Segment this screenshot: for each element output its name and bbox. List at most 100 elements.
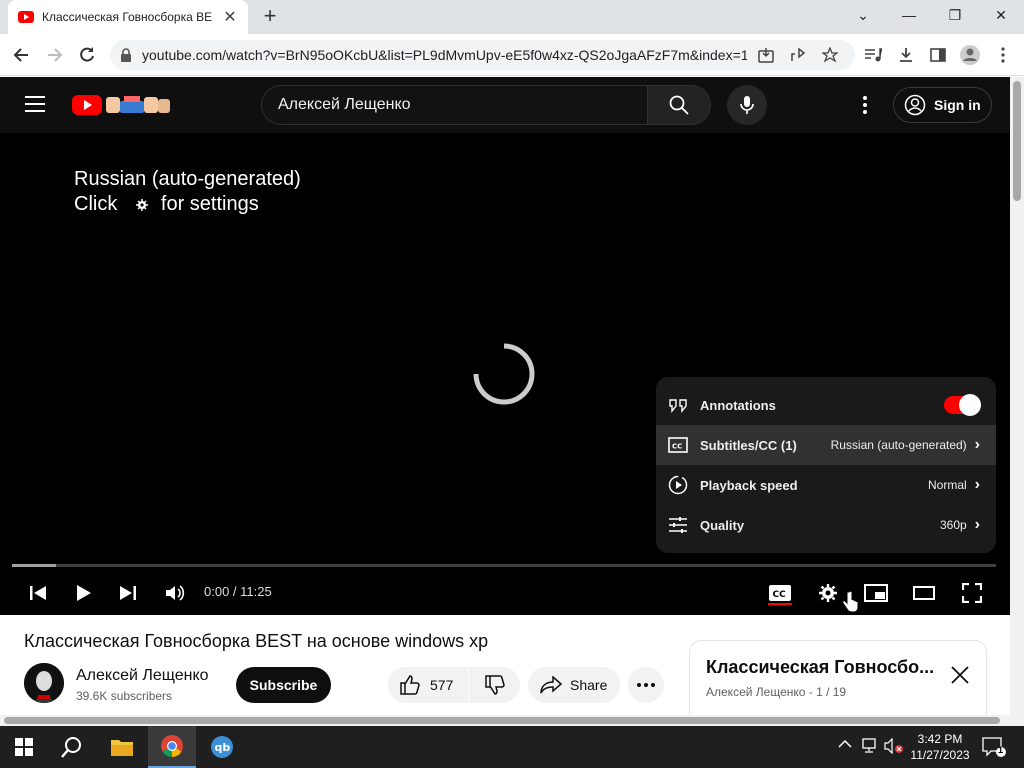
youtube-logo[interactable] [72, 93, 172, 117]
taskbar-search-button[interactable] [48, 726, 96, 768]
side-panel-icon[interactable] [925, 42, 951, 68]
caption-click-text: Click [74, 193, 118, 215]
forward-button[interactable] [42, 42, 68, 68]
search-input-value: Алексей Лещенко [278, 96, 411, 113]
volume-muted-icon[interactable] [884, 738, 904, 754]
menu-item-quality[interactable]: Quality 360p › [656, 505, 996, 545]
vertical-scrollbar[interactable] [1010, 77, 1024, 726]
arrow-right-icon [48, 48, 63, 62]
menu-item-value: Russian (auto-generated) [830, 438, 967, 452]
restore-button[interactable]: ❐ [932, 0, 978, 30]
clock-date: 11/27/2023 [910, 748, 970, 762]
hamburger-menu-icon[interactable] [24, 95, 46, 113]
menu-item-label: Subtitles/CC (1) [700, 437, 797, 453]
install-app-icon[interactable] [753, 42, 779, 68]
menu-item-value: Normal [928, 478, 967, 492]
progress-bar[interactable] [12, 564, 996, 567]
play-icon [77, 585, 91, 601]
settings-button[interactable] [810, 577, 846, 609]
settings-more-icon[interactable] [850, 91, 880, 119]
like-button[interactable]: 577 [388, 667, 468, 703]
tab-title: Классическая Говносборка BEST [42, 10, 212, 24]
start-button[interactable] [0, 726, 48, 768]
windows-logo-icon [15, 738, 33, 756]
minimize-button[interactable]: — [886, 0, 932, 30]
play-button[interactable] [66, 577, 102, 609]
qbittorrent-taskbar-button[interactable]: qb [198, 726, 246, 768]
playback-speed-icon [668, 475, 688, 495]
previous-button[interactable] [20, 577, 56, 609]
media-control-icon[interactable] [860, 42, 886, 68]
channel-avatar[interactable] [24, 663, 64, 703]
theater-mode-button[interactable] [906, 577, 942, 609]
browser-tab[interactable]: Классическая Говносборка BEST ✕ [8, 0, 248, 34]
menu-item-label: Annotations [700, 397, 776, 413]
volume-button[interactable] [157, 577, 193, 609]
video-info: Классическая Говносборка BEST на основе … [0, 615, 1010, 730]
search-input[interactable]: Алексей Лещенко [261, 85, 648, 125]
menu-item-annotations[interactable]: Annotations [656, 385, 996, 425]
chrome-icon [161, 735, 183, 757]
dislike-button[interactable] [469, 667, 520, 703]
chevron-right-icon: › [974, 436, 980, 453]
menu-item-playback-speed[interactable]: Playback speed Normal › [656, 465, 996, 505]
network-icon[interactable] [862, 738, 880, 754]
folder-icon [111, 740, 133, 756]
notification-center-icon[interactable]: 1 [982, 737, 1006, 757]
close-tab-icon[interactable]: ✕ [222, 7, 238, 27]
reload-icon [80, 47, 94, 62]
time-display: 0:00 / 11:25 [204, 584, 272, 599]
file-explorer-button[interactable] [98, 726, 146, 768]
system-clock[interactable]: 3:42 PM 11/27/2023 [905, 731, 975, 763]
close-icon[interactable] [950, 665, 970, 685]
settings-menu: Annotations CC Subtitles/CC (1) Russian … [656, 377, 996, 553]
qbittorrent-icon: qb [211, 736, 233, 758]
gear-icon [819, 584, 837, 602]
fullscreen-button[interactable] [954, 577, 990, 609]
new-tab-button[interactable]: + [258, 4, 282, 28]
channel-name[interactable]: Алексей Лещенко [76, 667, 209, 685]
tab-search-icon[interactable]: ⌄ [840, 0, 886, 30]
caption-overlay: Russian (auto-generated) Click for setti… [74, 167, 301, 217]
chrome-taskbar-button[interactable] [148, 726, 196, 768]
like-count: 577 [430, 677, 454, 693]
loading-spinner-icon [472, 342, 536, 406]
profile-avatar-icon[interactable] [957, 42, 983, 68]
search-button[interactable] [647, 85, 711, 125]
thumbs-down-icon [484, 675, 505, 695]
annotations-icon [668, 395, 688, 415]
video-player[interactable]: Russian (auto-generated) Click for setti… [0, 133, 1010, 615]
subtitles-icon: CC [668, 435, 688, 455]
sign-in-button[interactable]: Sign in [893, 87, 992, 123]
menu-item-label: Playback speed [700, 477, 798, 493]
next-button[interactable] [110, 577, 146, 609]
close-window-button[interactable]: ✕ [978, 0, 1024, 30]
url-text: youtube.com/watch?v=BrN95oOKcbU&list=PL9… [142, 47, 747, 63]
downloads-icon[interactable] [893, 42, 919, 68]
miniplayer-button[interactable] [858, 577, 894, 609]
chevron-right-icon: › [974, 516, 980, 533]
lock-icon [121, 48, 131, 62]
back-button[interactable] [8, 42, 34, 68]
voice-search-button[interactable] [727, 85, 767, 125]
bookmark-star-icon[interactable] [817, 42, 843, 68]
horizontal-scrollbar[interactable] [0, 715, 1010, 726]
playlist-subtitle: Алексей Лещенко - 1 / 19 [706, 685, 847, 699]
reload-button[interactable] [74, 42, 100, 68]
caption-settings-text: for settings [160, 193, 259, 215]
chrome-menu-icon[interactable] [990, 42, 1016, 68]
share-icon[interactable] [785, 42, 811, 68]
subscribe-button[interactable]: Subscribe [236, 667, 331, 703]
gear-icon [135, 198, 148, 211]
menu-item-subtitles[interactable]: CC Subtitles/CC (1) Russian (auto-genera… [656, 425, 996, 465]
fullscreen-icon [962, 583, 982, 603]
playlist-title[interactable]: Классическая Говносбо... [706, 657, 936, 678]
annotations-toggle[interactable] [944, 394, 981, 416]
more-actions-button[interactable] [628, 667, 664, 703]
address-bar[interactable]: youtube.com/watch?v=BrN95oOKcbU&list=PL9… [110, 40, 855, 70]
share-button[interactable]: Share [528, 667, 620, 703]
svg-text:CC: CC [672, 443, 682, 451]
sign-in-label: Sign in [934, 97, 981, 113]
chevron-up-icon[interactable] [838, 739, 852, 749]
chevron-right-icon: › [974, 476, 980, 493]
